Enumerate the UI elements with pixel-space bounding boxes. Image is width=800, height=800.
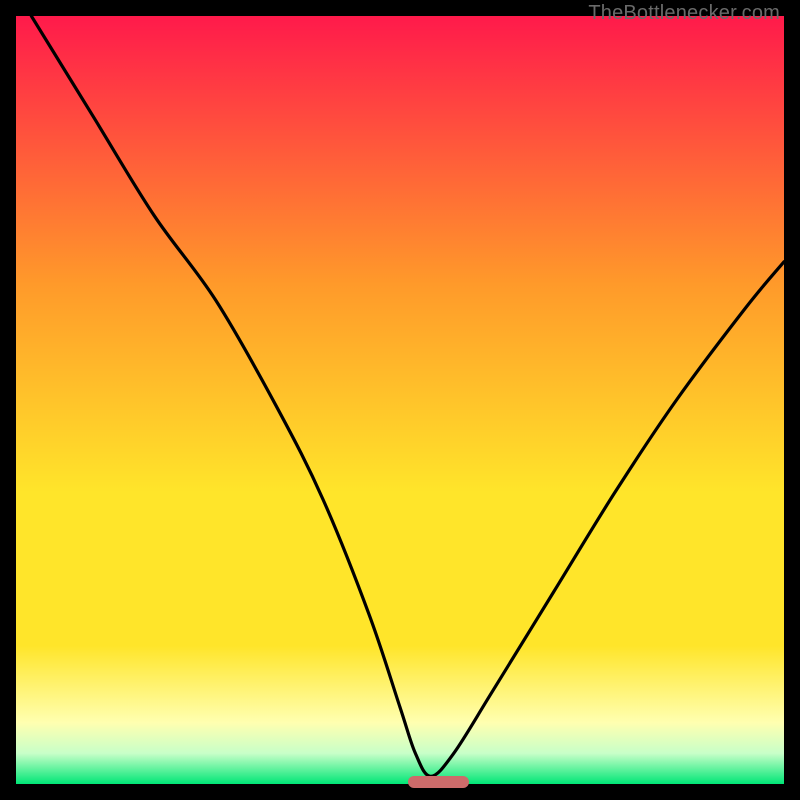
heat-gradient-background: [16, 16, 784, 784]
chart-canvas: TheBottlenecker.com: [0, 0, 800, 800]
optimal-range-marker: [408, 776, 469, 788]
plot-area: [16, 16, 784, 784]
watermark-label: TheBottlenecker.com: [588, 2, 780, 25]
